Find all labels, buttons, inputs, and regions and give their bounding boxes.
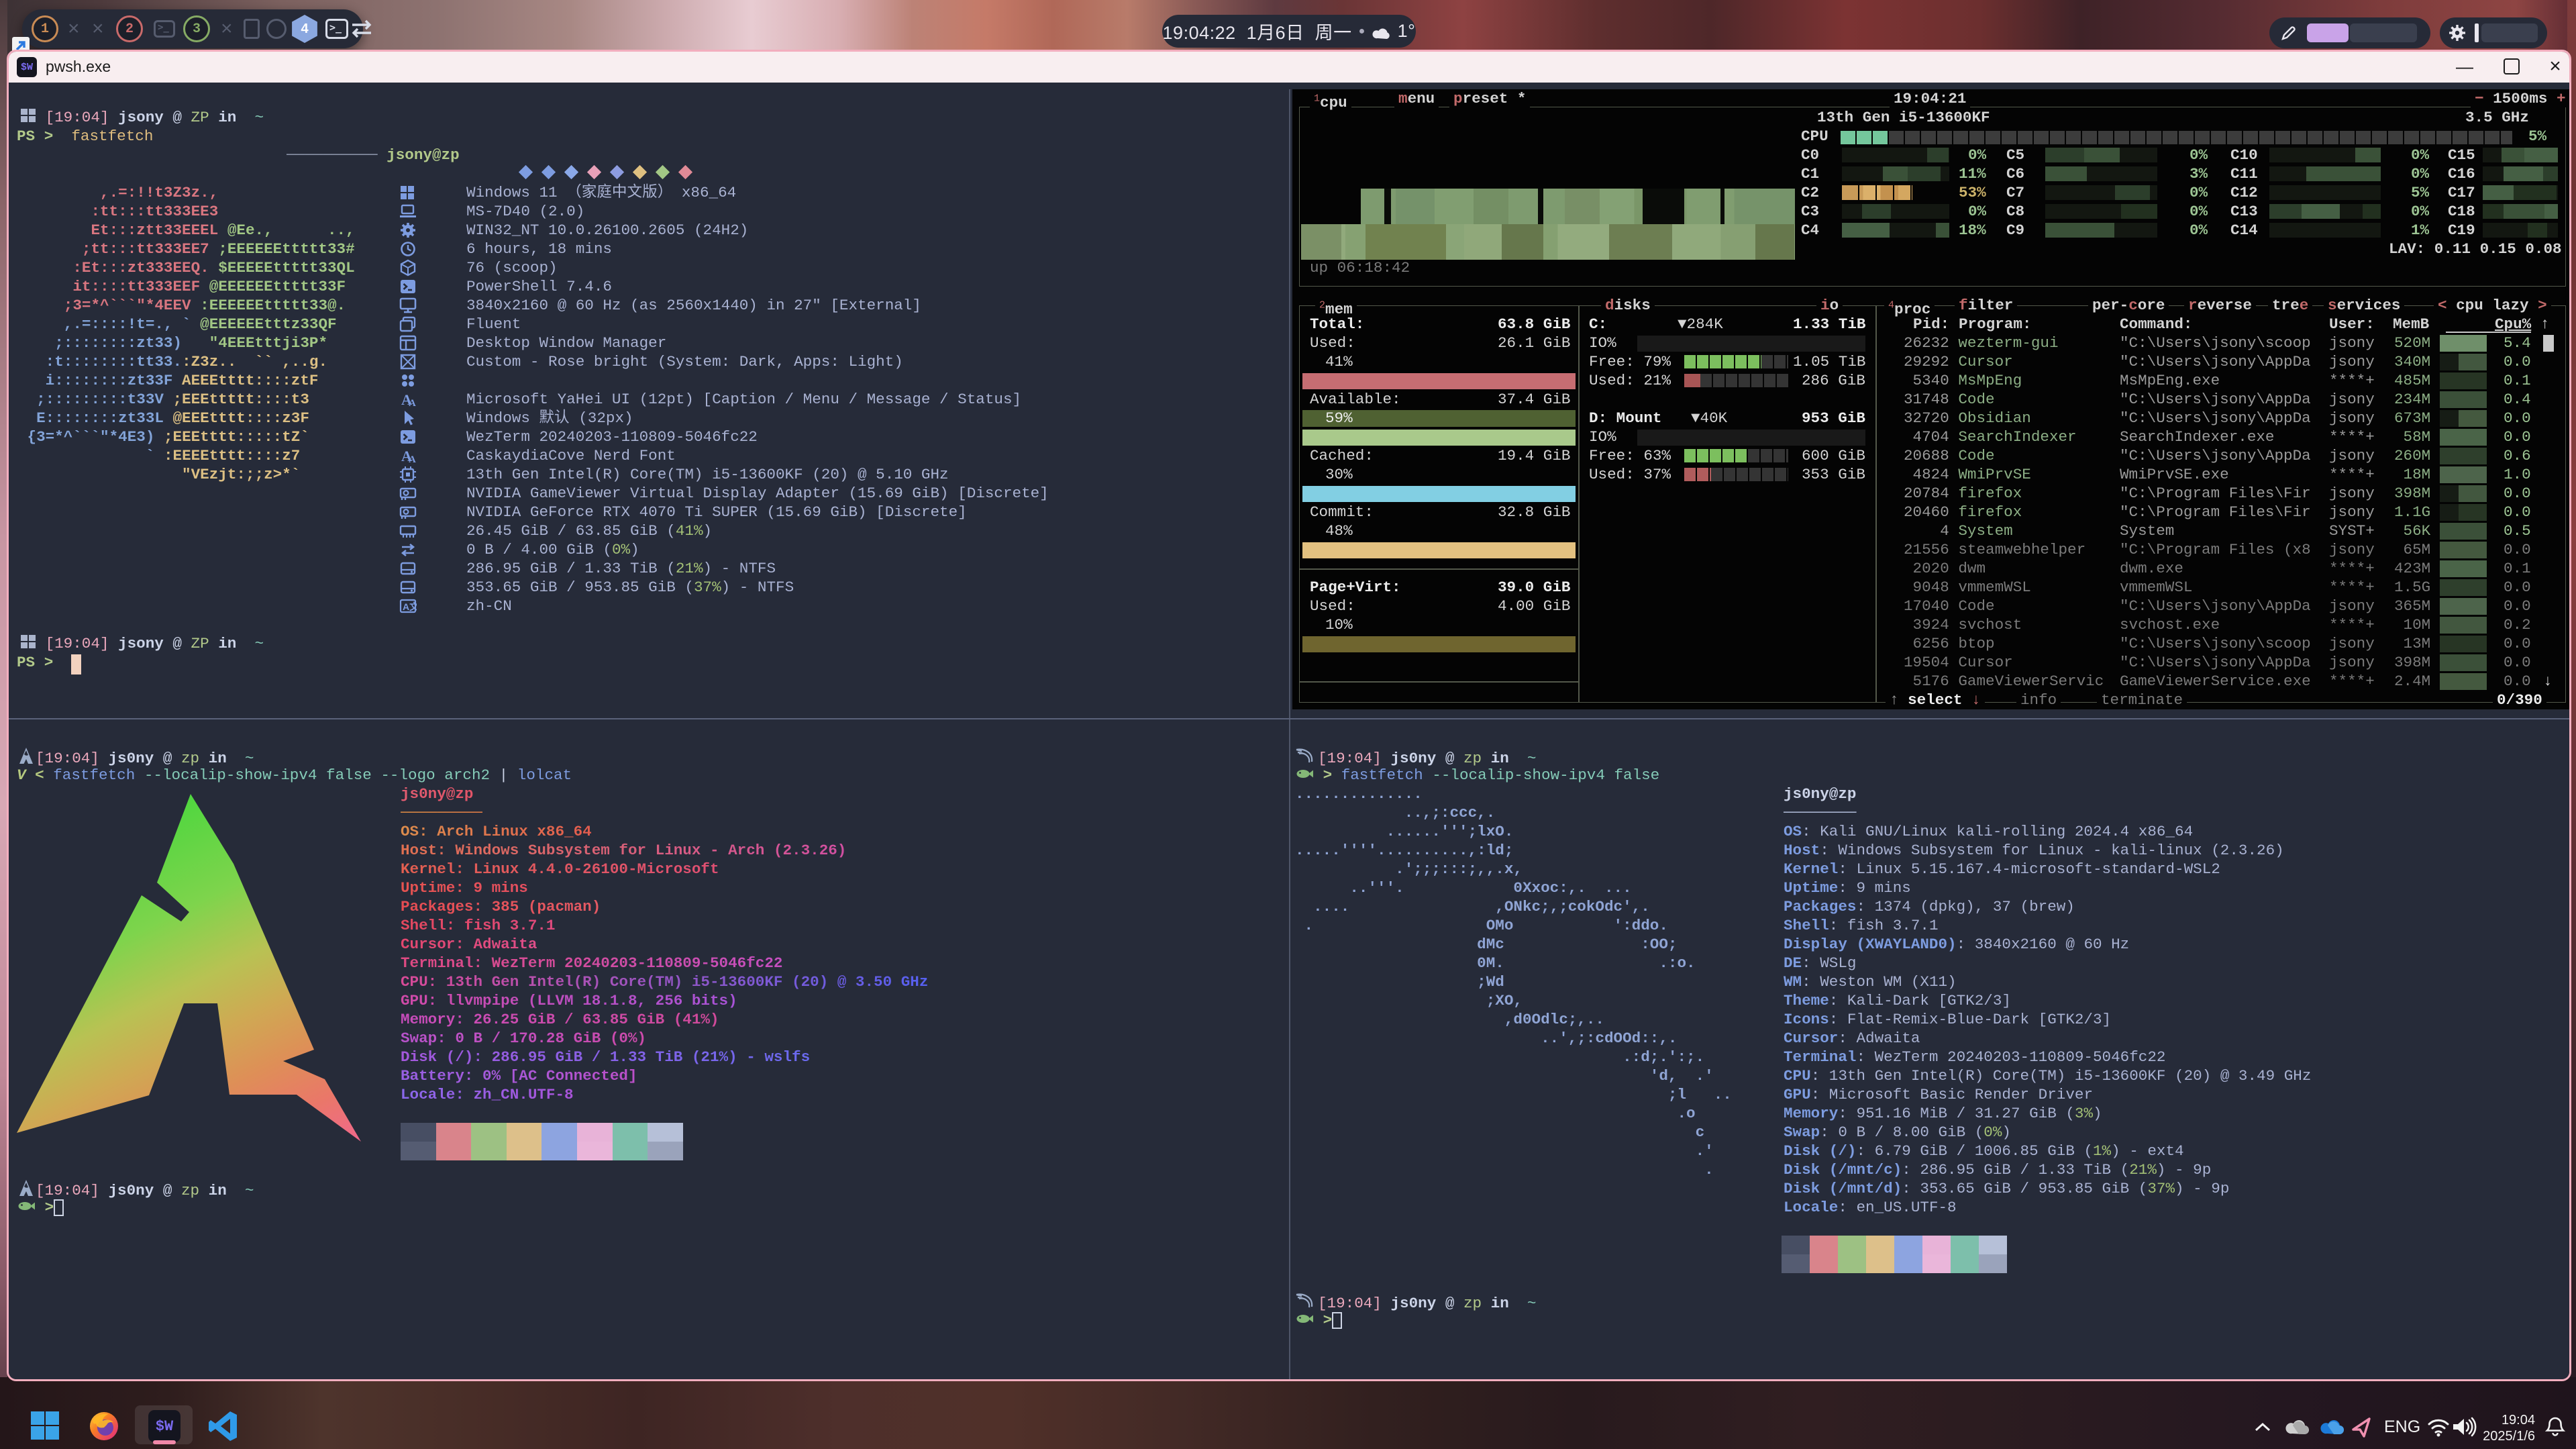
svg-text:A: A — [409, 454, 416, 465]
svg-text:A文: A文 — [403, 601, 417, 612]
svg-text:A: A — [409, 398, 416, 409]
